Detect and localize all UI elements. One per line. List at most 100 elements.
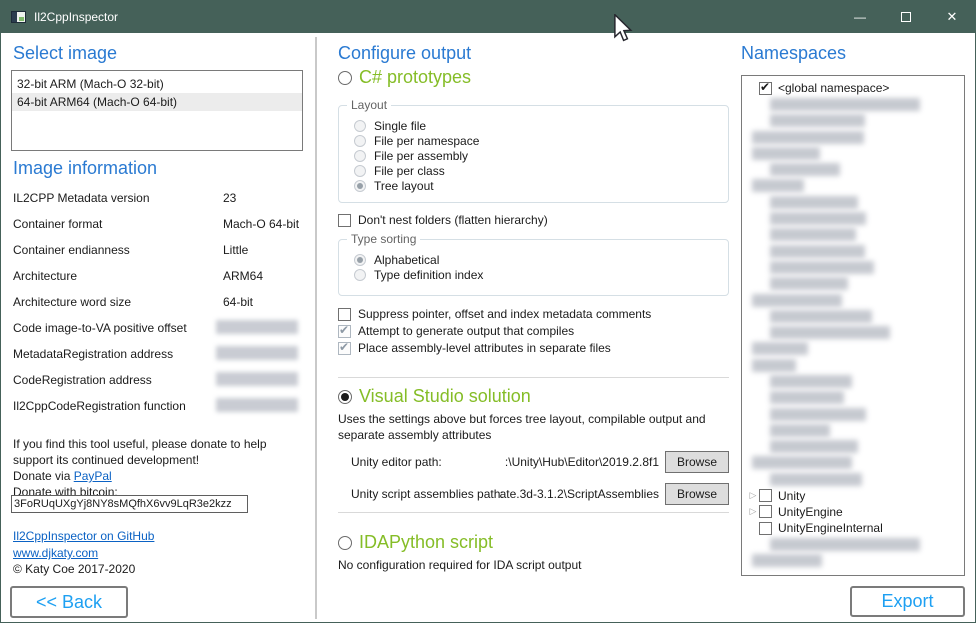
output-checkbox-2[interactable] [338, 342, 351, 355]
namespaces-tree[interactable]: <global namespace>▷Unity▷UnityEngineUnit… [741, 75, 965, 576]
layout-option-label-0: Single file [374, 119, 426, 133]
layout-option-radio-0[interactable] [354, 120, 366, 132]
namespace-row[interactable]: ▷Unity [742, 487, 964, 503]
redacted-namespace [770, 245, 865, 258]
donate-line-3: Donate via PayPal [13, 469, 112, 483]
output-checkbox-row-1[interactable]: Attempt to generate output that compiles [338, 324, 574, 338]
csharp-prototypes-label: C# prototypes [359, 67, 471, 88]
namespace-row[interactable]: ▷ UnityEngine [742, 504, 964, 520]
namespace-row-redacted [742, 178, 964, 194]
image-list-item-0[interactable]: 32-bit ARM (Mach-O 32-bit) [12, 75, 302, 93]
type-sorting-option-radio-0[interactable] [354, 254, 366, 266]
vs-solution-label: Visual Studio solution [359, 386, 531, 407]
namespace-row-redacted [742, 276, 964, 292]
vs-solution-radio[interactable] [338, 390, 352, 404]
layout-option-radio-1[interactable] [354, 135, 366, 147]
dont-nest-checkbox[interactable] [338, 214, 351, 227]
expander-icon[interactable]: ▷ [742, 506, 759, 517]
info-row: IL2CPP Metadata version23 [13, 191, 301, 207]
layout-option-row-0[interactable]: Single file [354, 118, 722, 133]
output-checkbox-1[interactable] [338, 325, 351, 338]
title-bar: Il2CppInspector — ✕ [1, 1, 975, 33]
namespace-checkbox[interactable] [759, 82, 772, 95]
info-label: Il2CppCodeRegistration function [13, 399, 186, 413]
layout-option-label-1: File per namespace [374, 134, 479, 148]
website-link[interactable]: www.djkaty.com [13, 546, 98, 560]
dont-nest-row[interactable]: Don't nest folders (flatten hierarchy) [338, 213, 548, 227]
layout-option-row-1[interactable]: File per namespace [354, 133, 722, 148]
unity-script-path-value[interactable]: ate.3d-3.1.2\ScriptAssemblies [471, 487, 659, 501]
export-button[interactable]: Export [850, 586, 965, 617]
namespace-label: UnityEngine [778, 505, 843, 519]
namespace-row[interactable]: UnityEngineInternal [742, 520, 964, 536]
namespace-row-redacted [742, 406, 964, 422]
layout-radio-group: Single fileFile per namespaceFile per as… [354, 118, 722, 193]
github-link[interactable]: Il2CppInspector on GitHub [13, 529, 154, 543]
namespace-checkbox[interactable] [759, 489, 772, 502]
namespace-checkbox[interactable] [759, 505, 772, 518]
type-sorting-option-label-0: Alphabetical [374, 253, 439, 267]
type-sorting-option-row-0[interactable]: Alphabetical [354, 252, 722, 267]
layout-option-radio-3[interactable] [354, 165, 366, 177]
image-listbox[interactable]: 32-bit ARM (Mach-O 32-bit)64-bit ARM64 (… [11, 70, 303, 151]
info-label: MetadataRegistration address [13, 347, 173, 361]
unity-editor-path-value[interactable]: :\Unity\Hub\Editor\2019.2.8f1 [471, 455, 659, 469]
namespace-row-redacted [742, 227, 964, 243]
close-icon: ✕ [947, 9, 958, 25]
namespace-row-redacted [742, 129, 964, 145]
type-sorting-option-radio-1[interactable] [354, 269, 366, 281]
layout-option-row-4[interactable]: Tree layout [354, 178, 722, 193]
idapython-radio-row[interactable]: IDAPython script [338, 532, 493, 553]
image-list-item-1[interactable]: 64-bit ARM64 (Mach-O 64-bit) [12, 93, 302, 111]
output-checkbox-label-1: Attempt to generate output that compiles [358, 324, 574, 338]
layout-option-label-3: File per class [374, 164, 445, 178]
unity-script-browse-button[interactable]: Browse [665, 483, 729, 505]
redacted-value [216, 372, 298, 386]
csharp-prototypes-radio[interactable] [338, 71, 352, 85]
output-checkbox-label-0: Suppress pointer, offset and index metad… [358, 307, 651, 321]
redacted-namespace [752, 554, 822, 567]
info-row: Architecture word size64-bit [13, 295, 301, 311]
namespace-row[interactable]: <global namespace> [742, 80, 964, 96]
vs-solution-radio-row[interactable]: Visual Studio solution [338, 386, 531, 407]
minimize-button[interactable]: — [837, 1, 883, 33]
bitcoin-address-input[interactable] [11, 495, 248, 513]
namespace-checkbox[interactable] [759, 522, 772, 535]
namespace-row-redacted [742, 145, 964, 161]
type-sorting-radio-group: AlphabeticalType definition index [354, 252, 722, 282]
layout-option-row-3[interactable]: File per class [354, 163, 722, 178]
back-button[interactable]: << Back [10, 586, 128, 618]
paypal-link[interactable]: PayPal [74, 469, 112, 483]
layout-group-label: Layout [347, 98, 391, 112]
redacted-value [216, 320, 298, 334]
info-row: MetadataRegistration address [13, 347, 301, 363]
info-row: Code image-to-VA positive offset [13, 321, 301, 337]
info-label: CodeRegistration address [13, 373, 152, 387]
close-button[interactable]: ✕ [929, 1, 975, 33]
namespace-row-redacted [742, 536, 964, 552]
redacted-namespace [770, 440, 858, 453]
idapython-label: IDAPython script [359, 532, 493, 553]
info-label: Container endianness [13, 243, 130, 257]
namespace-row-redacted [742, 113, 964, 129]
unity-editor-browse-button[interactable]: Browse [665, 451, 729, 473]
output-checkbox-label-2: Place assembly-level attributes in separ… [358, 341, 611, 355]
idapython-radio[interactable] [338, 536, 352, 550]
layout-option-row-2[interactable]: File per assembly [354, 148, 722, 163]
redacted-namespace [770, 196, 858, 209]
type-sorting-option-row-1[interactable]: Type definition index [354, 267, 722, 282]
namespace-row-redacted [742, 243, 964, 259]
redacted-namespace [770, 261, 874, 274]
output-checkbox-0[interactable] [338, 308, 351, 321]
output-checkbox-row-2[interactable]: Place assembly-level attributes in separ… [338, 341, 611, 355]
image-info-heading: Image information [13, 158, 157, 179]
layout-option-radio-4[interactable] [354, 180, 366, 192]
redacted-namespace [752, 131, 864, 144]
namespace-row-redacted [742, 308, 964, 324]
csharp-prototypes-radio-row[interactable]: C# prototypes [338, 67, 471, 88]
layout-groupbox: Layout Single fileFile per namespaceFile… [338, 105, 729, 203]
expander-icon[interactable]: ▷ [742, 490, 759, 501]
output-checkbox-row-0[interactable]: Suppress pointer, offset and index metad… [338, 307, 651, 321]
maximize-button[interactable] [883, 1, 929, 33]
layout-option-radio-2[interactable] [354, 150, 366, 162]
